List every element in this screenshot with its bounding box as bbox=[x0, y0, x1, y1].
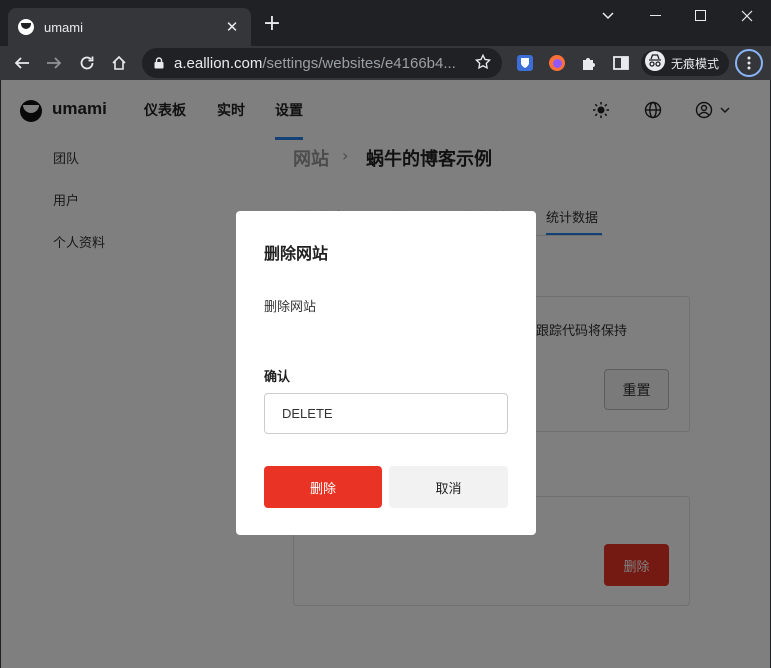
incognito-icon bbox=[645, 51, 665, 75]
side-panel-icon[interactable] bbox=[612, 54, 630, 72]
tab-close-icon[interactable]: ✕ bbox=[223, 18, 241, 36]
new-tab-button[interactable]: + bbox=[260, 12, 284, 36]
minimize-button[interactable] bbox=[632, 0, 680, 32]
page-content: umami 仪表板 实时 设置 团队 用户 个人资料 网站 › 蜗牛的博客示例 … bbox=[0, 80, 771, 668]
tab-search-chevron-icon[interactable] bbox=[584, 0, 632, 32]
incognito-label: 无痕模式 bbox=[671, 56, 720, 71]
confirm-label: 确认 bbox=[264, 370, 291, 385]
modal-cancel-button[interactable]: 取消 bbox=[389, 466, 508, 508]
window-border-left bbox=[0, 80, 1, 668]
firefox-extension-icon[interactable] bbox=[548, 54, 566, 72]
bookmark-star-icon[interactable] bbox=[474, 53, 492, 75]
browser-tab[interactable]: umami ✕ bbox=[8, 8, 251, 46]
browser-toolbar: a.eallion.com/settings/websites/e4166b4.… bbox=[0, 46, 771, 80]
confirm-input[interactable] bbox=[264, 393, 508, 434]
browser-menu-kebab-icon[interactable] bbox=[735, 49, 763, 77]
reload-icon[interactable] bbox=[74, 50, 100, 76]
delete-website-modal: 删除网站 删除网站 确认 删除 取消 bbox=[236, 211, 536, 535]
lock-icon[interactable] bbox=[154, 54, 164, 73]
url-host: a.eallion.com bbox=[174, 54, 263, 72]
forward-arrow-icon[interactable] bbox=[41, 50, 67, 76]
modal-title: 删除网站 bbox=[264, 244, 329, 263]
address-bar[interactable]: a.eallion.com/settings/websites/e4166b4.… bbox=[142, 48, 502, 78]
window-close-button[interactable] bbox=[723, 0, 771, 32]
url-path: /settings/websites/e4166b4... bbox=[262, 54, 456, 72]
maximize-button[interactable] bbox=[677, 0, 725, 32]
bitwarden-extension-icon[interactable] bbox=[516, 54, 534, 72]
modal-message: 删除网站 bbox=[264, 300, 317, 315]
url-text: a.eallion.com/settings/websites/e4166b4.… bbox=[174, 55, 456, 72]
extensions-puzzle-icon[interactable] bbox=[580, 54, 598, 72]
back-arrow-icon[interactable] bbox=[9, 50, 35, 76]
tab-title: umami bbox=[44, 19, 84, 35]
home-icon[interactable] bbox=[106, 50, 132, 76]
browser-tab-strip: umami ✕ + bbox=[0, 0, 771, 46]
incognito-indicator[interactable]: 无痕模式 bbox=[641, 50, 729, 76]
modal-delete-button[interactable]: 删除 bbox=[264, 466, 382, 508]
umami-favicon-icon bbox=[18, 19, 34, 35]
